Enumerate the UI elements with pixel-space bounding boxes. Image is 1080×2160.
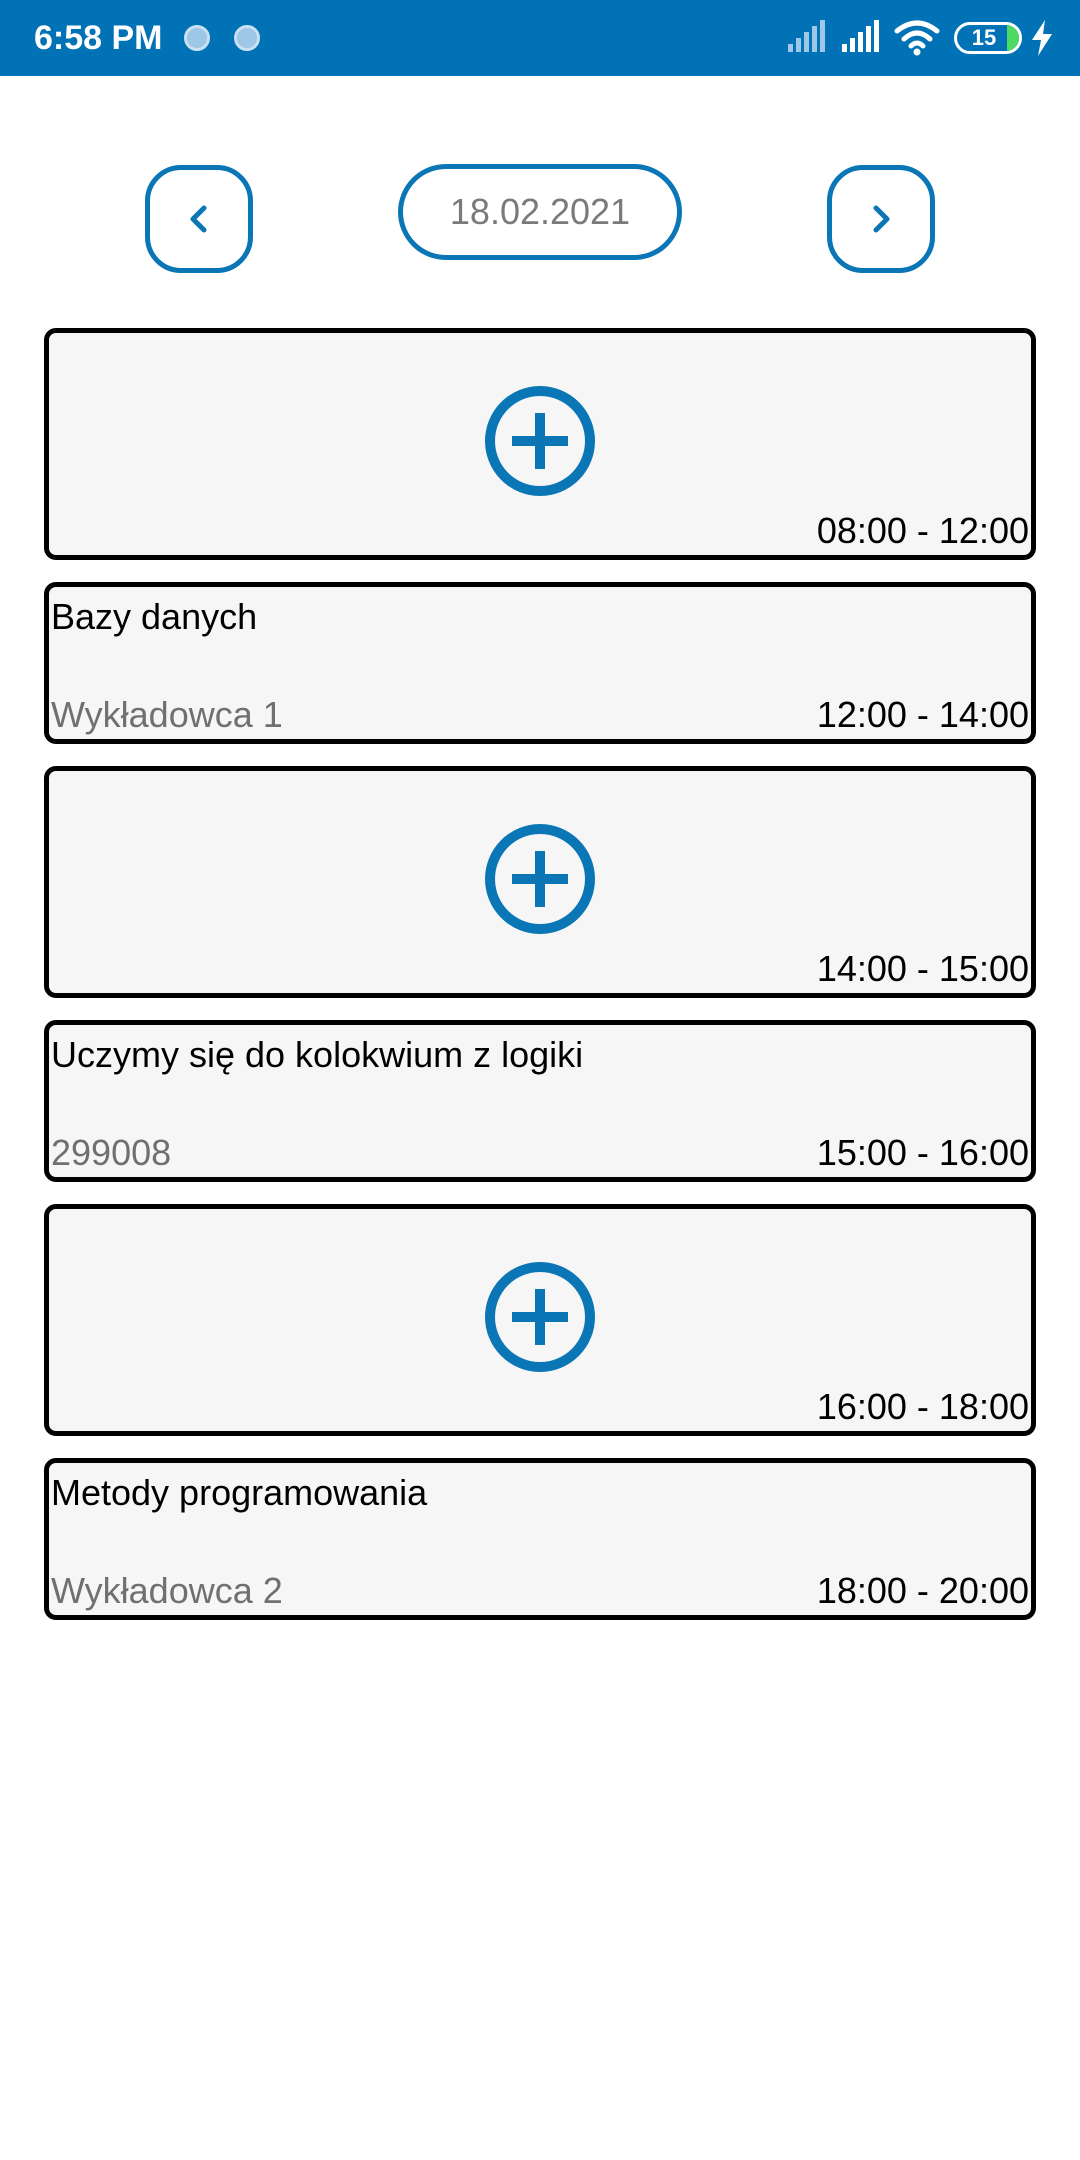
slot-time: 12:00 - 14:00 [816, 694, 1029, 735]
add-circle-icon[interactable] [484, 823, 596, 935]
lesson-title: Metody programowania [51, 1472, 428, 1513]
empty-slot-card[interactable]: 16:00 - 18:00 [44, 1204, 1036, 1436]
add-circle-icon[interactable] [484, 1261, 596, 1373]
lesson-subtitle: Wykładowca 2 [51, 1570, 283, 1611]
battery-level: 15 [971, 25, 997, 50]
slot-time: 18:00 - 20:00 [816, 1570, 1029, 1611]
signal-icon [842, 20, 879, 52]
status-bar: 6:58 PM 15 [0, 0, 1080, 76]
add-circle-icon[interactable] [484, 385, 596, 497]
wifi-icon [894, 20, 940, 56]
charging-icon [1032, 20, 1052, 56]
lesson-title: Bazy danych [51, 596, 258, 637]
previous-day-button[interactable] [145, 165, 253, 273]
chevron-right-icon [873, 205, 890, 233]
lesson-card[interactable]: Uczymy się do kolokwium z logiki 299008 … [44, 1020, 1036, 1182]
empty-slot-card[interactable]: 14:00 - 15:00 [44, 766, 1036, 998]
battery-icon: 15 [954, 22, 1022, 54]
lesson-subtitle: Wykładowca 1 [51, 694, 283, 735]
chevron-left-icon [190, 205, 207, 233]
notification-dot-icon [184, 25, 210, 51]
status-time: 6:58 PM [34, 19, 163, 57]
slot-time: 16:00 - 18:00 [816, 1386, 1029, 1427]
date-picker-button[interactable]: 18.02.2021 [398, 164, 682, 260]
lesson-title: Uczymy się do kolokwium z logiki [51, 1034, 584, 1075]
lesson-card[interactable]: Metody programowania Wykładowca 2 18:00 … [44, 1458, 1036, 1620]
empty-slot-card[interactable]: 08:00 - 12:00 [44, 328, 1036, 560]
slot-time: 08:00 - 12:00 [816, 510, 1029, 551]
signal-icon [788, 20, 825, 52]
next-day-button[interactable] [827, 165, 935, 273]
lesson-subtitle: 299008 [51, 1132, 172, 1173]
notification-dot-icon [234, 25, 260, 51]
lesson-card[interactable]: Bazy danych Wykładowca 1 12:00 - 14:00 [44, 582, 1036, 744]
slot-time: 14:00 - 15:00 [816, 948, 1029, 989]
slot-time: 15:00 - 16:00 [816, 1132, 1029, 1173]
